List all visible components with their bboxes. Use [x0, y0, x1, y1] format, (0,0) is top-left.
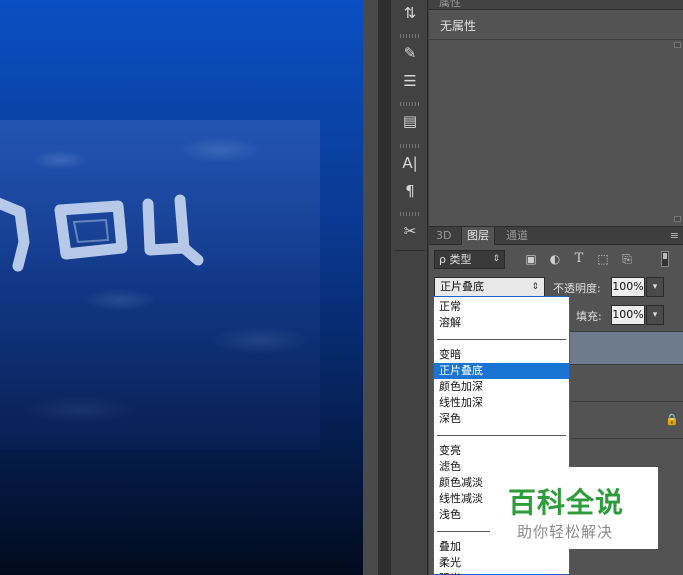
smart-object-filter-icon[interactable]: ⎘	[619, 251, 635, 267]
panel-grip[interactable]	[400, 102, 420, 106]
panel-icon-column: ⇅ ✎ ☰ ▤ A| ¶ ✂	[390, 0, 428, 575]
tools-preset-icon[interactable]: ✂	[398, 220, 422, 242]
fill-label: 填充:	[576, 310, 602, 323]
tab-channels[interactable]: 通道	[501, 227, 533, 245]
properties-tab-label[interactable]: 属性	[439, 0, 461, 10]
panel-separator	[378, 0, 390, 575]
layer-row-selected[interactable]	[570, 331, 683, 365]
panel-menu-icon[interactable]: ≡	[670, 229, 679, 242]
paragraph-icon[interactable]: ¶	[398, 180, 422, 202]
properties-panel: 属性 无属性	[429, 0, 683, 226]
tab-3d[interactable]: 3D	[431, 227, 456, 245]
blend-option-lighten[interactable]: 变亮	[434, 443, 569, 459]
tab-layers[interactable]: 图层	[461, 227, 495, 245]
lock-icon[interactable]: 🔒	[665, 413, 679, 427]
watermark-logo: 百科全说 助你轻松解决	[490, 467, 658, 549]
history-brush-icon[interactable]: ⇅	[398, 2, 422, 24]
scroll-up-button[interactable]	[674, 42, 681, 48]
cloud-texture-layer	[0, 120, 320, 450]
dropdown-separator	[437, 435, 566, 436]
properties-body-header: 无属性	[429, 10, 683, 40]
canvas-edge	[363, 0, 378, 575]
watermark-subtitle: 助你轻松解决	[517, 523, 614, 541]
properties-tab-bar: 属性	[429, 0, 683, 10]
blend-option-soft-light[interactable]: 柔光	[434, 555, 569, 571]
blend-option-linear-burn[interactable]: 线性加深	[434, 395, 569, 411]
panel-grip[interactable]	[400, 212, 420, 216]
updown-arrow-icon: ⇕	[492, 254, 500, 264]
watermark-title: 百科全说	[508, 486, 625, 519]
dropdown-separator	[437, 339, 566, 340]
blend-option-multiply[interactable]: 正片叠底	[434, 363, 569, 379]
scroll-down-button[interactable]	[674, 216, 681, 222]
clone-source-icon[interactable]: ▤	[398, 110, 422, 132]
blend-option-darker-color[interactable]: 深色	[434, 411, 569, 427]
layer-row[interactable]	[570, 366, 683, 402]
opacity-input[interactable]: 100%	[611, 277, 645, 297]
layers-tab-bar: 3D 图层 通道 ≡	[429, 227, 683, 245]
photoshop-window: you ⇅ ✎ ☰ ▤ A| ¶ ✂ 属性 无属性 3D 图层	[0, 0, 683, 575]
document-canvas[interactable]: you	[0, 0, 378, 575]
opacity-label: 不透明度:	[553, 282, 601, 295]
adjustments-icon[interactable]: ☰	[398, 70, 422, 92]
no-properties-label: 无属性	[440, 19, 477, 33]
opacity-slider-toggle[interactable]: ▾	[646, 277, 664, 297]
blend-option-dissolve[interactable]: 溶解	[434, 315, 569, 331]
filter-type-select[interactable]: ρ 类型 ⇕	[434, 250, 505, 269]
cloud-text-art	[0, 194, 204, 272]
type-filter-icon[interactable]: T	[571, 251, 587, 267]
cloud-letter-y	[0, 197, 30, 272]
adjustment-filter-icon[interactable]: ◐	[547, 251, 563, 267]
fill-slider-toggle[interactable]: ▾	[646, 305, 664, 325]
brush-presets-icon[interactable]: ✎	[398, 42, 422, 64]
shape-filter-icon[interactable]: ⬚	[595, 251, 611, 267]
fill-input[interactable]: 100%	[611, 305, 645, 325]
filter-type-value: ρ 类型	[439, 253, 472, 266]
blend-option-color-burn[interactable]: 颜色加深	[434, 379, 569, 395]
blend-mode-value: 正片叠底	[440, 280, 484, 293]
filter-toggle-switch[interactable]	[661, 251, 669, 267]
layer-filter-row: ρ 类型 ⇕ ▣ ◐ T ⬚ ⎘	[429, 247, 683, 275]
blend-option-normal[interactable]: 正常	[434, 299, 569, 315]
cloud-letter-o	[54, 200, 128, 260]
character-icon[interactable]: A|	[398, 152, 422, 174]
properties-scrollbar[interactable]	[674, 42, 681, 222]
cloud-letter-u	[142, 194, 204, 266]
updown-arrow-icon: ⇕	[531, 282, 539, 292]
blend-mode-select[interactable]: 正片叠底 ⇕	[434, 277, 545, 297]
blend-option-hard-light[interactable]: 强光	[434, 571, 569, 575]
blend-option-darken[interactable]: 变暗	[434, 347, 569, 363]
panel-grip[interactable]	[400, 34, 420, 38]
panel-grip[interactable]	[400, 144, 420, 148]
tool-divider	[395, 250, 425, 251]
image-filter-icon[interactable]: ▣	[523, 251, 539, 267]
